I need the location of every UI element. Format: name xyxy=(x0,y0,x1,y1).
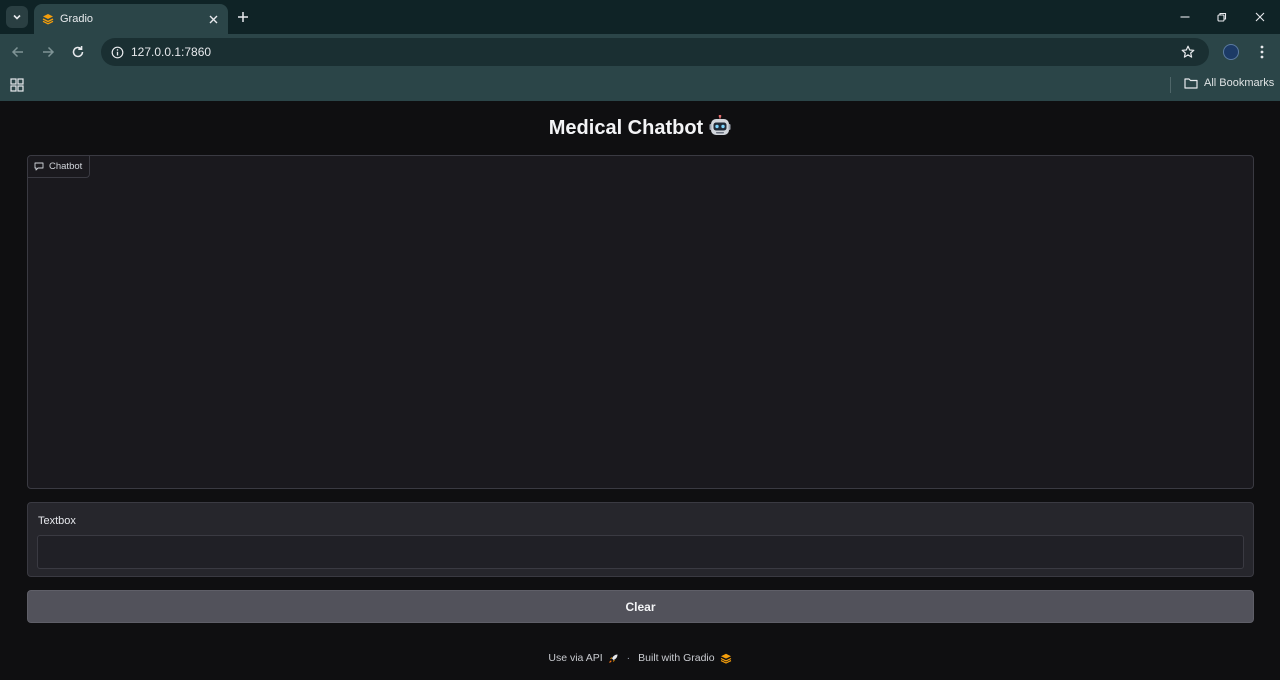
back-button[interactable] xyxy=(8,42,28,62)
reload-icon xyxy=(72,46,84,58)
minimize-button[interactable] xyxy=(1176,8,1194,26)
bookmark-star-button[interactable] xyxy=(1179,43,1197,61)
folder-icon xyxy=(1184,78,1198,89)
arrow-left-icon xyxy=(11,46,23,58)
all-bookmarks-button[interactable]: All Bookmarks xyxy=(1184,77,1274,89)
use-via-api-link[interactable]: Use via API xyxy=(548,652,618,664)
page-title: Medical Chatbot xyxy=(0,115,1280,140)
url-text: 127.0.0.1:7860 xyxy=(131,45,212,59)
chevron-down-icon xyxy=(13,14,21,20)
restore-button[interactable] xyxy=(1213,8,1231,26)
page-title-text: Medical Chatbot xyxy=(548,117,704,139)
browser-toolbar: 127.0.0.1:7860 xyxy=(0,34,1280,70)
minimize-icon xyxy=(1180,16,1190,18)
robot-face-icon xyxy=(709,115,731,135)
forward-button[interactable] xyxy=(38,42,58,62)
textbox-block: Textbox xyxy=(27,502,1254,577)
chatbot-label-text: Chatbot xyxy=(49,161,83,172)
restore-icon xyxy=(1217,12,1227,22)
tab-search-button[interactable] xyxy=(6,6,28,28)
textbox-label: Textbox xyxy=(38,515,76,527)
browser-tab-bar: Gradio xyxy=(0,0,1280,34)
all-bookmarks-label: All Bookmarks xyxy=(1204,77,1275,89)
footer-separator: · xyxy=(626,652,631,664)
chatbot-panel[interactable]: Chatbot xyxy=(27,155,1254,489)
plus-icon xyxy=(238,12,248,22)
built-with-gradio-link[interactable]: Built with Gradio xyxy=(638,652,731,664)
gradio-logo-icon xyxy=(42,14,54,25)
tab-title: Gradio xyxy=(60,13,94,25)
message-input[interactable] xyxy=(37,535,1244,569)
new-tab-button[interactable] xyxy=(234,8,252,26)
chatbot-label: Chatbot xyxy=(28,156,91,178)
bookmarks-bar: All Bookmarks xyxy=(0,70,1280,101)
chat-bubble-icon xyxy=(34,162,44,171)
address-bar[interactable]: 127.0.0.1:7860 xyxy=(101,38,1209,66)
apps-grid-icon[interactable] xyxy=(9,77,25,93)
star-icon xyxy=(1181,45,1195,58)
use-via-api-text: Use via API xyxy=(548,652,603,664)
arrow-right-icon xyxy=(43,46,55,58)
built-with-gradio-text: Built with Gradio xyxy=(638,652,715,664)
rocket-icon xyxy=(608,654,618,663)
close-window-button[interactable] xyxy=(1251,8,1269,26)
tab-close-button[interactable] xyxy=(204,10,222,28)
gradio-logo-icon xyxy=(720,653,731,664)
gradio-page: Medical Chatbot Chatbot Textbox Clear Us… xyxy=(0,101,1280,680)
site-info-icon[interactable] xyxy=(109,44,125,60)
close-icon xyxy=(1255,12,1265,22)
footer: Use via API · Built with Gradio xyxy=(0,652,1280,664)
clear-button[interactable]: Clear xyxy=(27,590,1254,623)
profile-avatar[interactable] xyxy=(1223,44,1239,60)
more-vertical-icon xyxy=(1260,45,1264,59)
close-icon xyxy=(209,15,217,23)
browser-menu-button[interactable] xyxy=(1253,42,1271,62)
browser-tab-gradio[interactable]: Gradio xyxy=(34,4,228,34)
bookmarks-divider xyxy=(1170,77,1171,93)
reload-button[interactable] xyxy=(68,42,88,62)
